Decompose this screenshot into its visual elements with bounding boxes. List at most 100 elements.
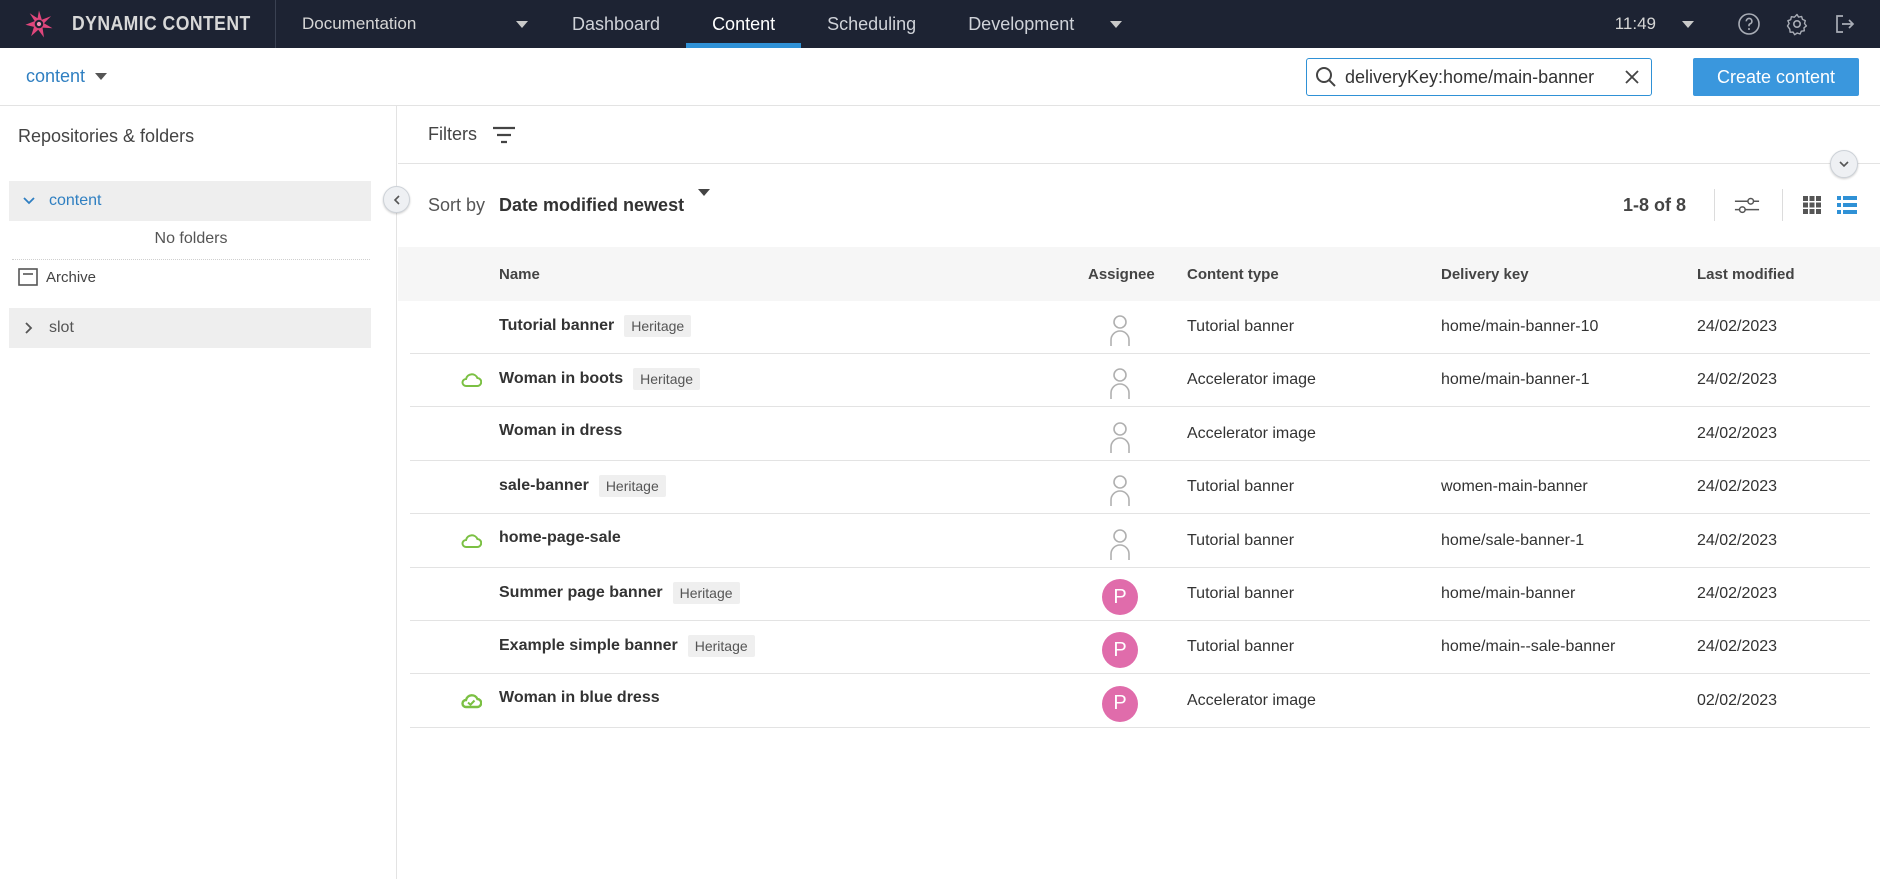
gear-icon[interactable]	[1784, 11, 1810, 37]
unassigned-user-icon[interactable]	[1102, 365, 1138, 401]
clock: 11:49	[1614, 14, 1656, 33]
column-header-name[interactable]: Name	[499, 266, 540, 283]
last-modified: 24/02/2023	[1697, 531, 1778, 549]
content-name[interactable]: Woman in dress	[499, 422, 622, 440]
create-content-button[interactable]: Create content	[1693, 58, 1859, 96]
status-badge: Heritage	[624, 315, 692, 337]
unassigned-user-icon[interactable]	[1102, 526, 1138, 562]
content-type: Tutorial banner	[1187, 531, 1295, 549]
content-name-text: home-page-sale	[499, 528, 621, 546]
table-row[interactable]: sale-banner Heritage Tutorial banner women-…	[410, 461, 1870, 515]
table-row[interactable]: Tutorial banner Heritage Tutorial banner ho…	[410, 301, 1870, 354]
table-row[interactable]: home-page-sale Tutorial banner home/sale-b…	[410, 515, 1870, 568]
assignee-avatar[interactable]: P	[1102, 632, 1138, 669]
nav-more-menu[interactable]	[1100, 0, 1132, 48]
tree-item-slot[interactable]: slot	[9, 308, 371, 348]
sort-select[interactable]: Date modified newest	[499, 195, 684, 216]
content-name[interactable]: home-page-sale	[499, 529, 621, 547]
chevron-down-icon	[516, 20, 528, 28]
column-header-last-modified[interactable]: Last modified	[1697, 266, 1795, 283]
repository-selector[interactable]: content	[26, 66, 108, 87]
chevron-down-icon[interactable]	[19, 197, 39, 205]
table-row[interactable]: Woman in blue dress P Accelerator image 02/…	[410, 675, 1870, 728]
tree-item-label: content	[49, 192, 102, 209]
status-badge: Heritage	[598, 475, 666, 498]
nav-development[interactable]: Development	[942, 0, 1100, 48]
column-settings-icon[interactable]	[1734, 192, 1760, 218]
content-subheader: content Create content	[0, 48, 1880, 106]
clear-search-icon[interactable]	[1621, 66, 1643, 88]
content-name[interactable]: Summer page banner Heritage	[499, 582, 740, 604]
avatar: P	[1102, 685, 1138, 722]
unassigned-user-icon[interactable]	[1102, 472, 1138, 508]
content-name-text: sale-banner	[499, 477, 589, 495]
archive-item[interactable]: Archive	[18, 268, 96, 286]
sort-label: Sort by	[428, 194, 486, 215]
content-name[interactable]: Woman in blue dress	[499, 689, 660, 707]
content-name[interactable]: Woman in boots Heritage	[499, 368, 701, 391]
tree-item-label: slot	[49, 319, 74, 336]
cloud-published-icon	[461, 373, 482, 388]
status-badge: Heritage	[672, 582, 740, 604]
column-header-delivery-key[interactable]: Delivery key	[1441, 266, 1529, 283]
content-type: Accelerator image	[1187, 371, 1316, 389]
nav-dashboard[interactable]: Dashboard	[546, 0, 686, 48]
content-name-text: Summer page banner	[499, 584, 663, 601]
search-box	[1306, 58, 1652, 96]
nav-scheduling[interactable]: Scheduling	[801, 0, 942, 48]
brand[interactable]: DYNAMIC CONTENT	[0, 0, 276, 48]
content-type: Tutorial banner	[1187, 478, 1295, 496]
table-row[interactable]: Summer page banner Heritage P Tutorial bann…	[410, 568, 1870, 621]
unassigned-user-icon[interactable]	[1102, 312, 1138, 348]
clock-dropdown-icon[interactable]	[1682, 20, 1694, 28]
grid-view-icon[interactable]	[1799, 192, 1825, 218]
table-header: Name Assignee Content type Delivery key …	[398, 247, 1880, 301]
logout-icon[interactable]	[1832, 11, 1858, 37]
content-type: Accelerator image	[1187, 424, 1316, 442]
filter-icon[interactable]	[491, 125, 517, 145]
assignee-avatar[interactable]: P	[1102, 685, 1138, 722]
content-name-text: Woman in boots	[499, 370, 624, 388]
content-name[interactable]: sale-banner Heritage	[499, 475, 666, 498]
search-input[interactable]	[1345, 66, 1615, 88]
table-row[interactable]: Example simple banner Heritage P Tutorial b…	[410, 621, 1870, 675]
table-row[interactable]: Woman in dress Accelerator image 24/02/202…	[410, 408, 1870, 461]
column-header-content-type[interactable]: Content type	[1187, 266, 1279, 283]
content-type: Accelerator image	[1187, 691, 1316, 709]
search-icon	[1316, 67, 1336, 87]
nav-content[interactable]: Content	[686, 0, 802, 48]
sidebar: Repositories & folders content No folder…	[0, 106, 397, 879]
avatar: P	[1102, 632, 1138, 669]
chevron-right-icon[interactable]	[19, 322, 39, 334]
filters-label[interactable]: Filters	[428, 124, 477, 145]
delivery-key: home/main-banner-1	[1441, 371, 1590, 389]
list-view-icon[interactable]	[1834, 192, 1860, 218]
help-icon[interactable]	[1736, 11, 1762, 37]
content-name-text: Example simple banner	[499, 637, 678, 655]
content-name[interactable]: Tutorial banner Heritage	[499, 315, 692, 337]
column-header-assignee[interactable]: Assignee	[1088, 266, 1155, 283]
content-name-text: Tutorial banner	[499, 317, 615, 334]
avatar: P	[1102, 579, 1138, 615]
tree-item-content[interactable]: content	[9, 181, 371, 221]
last-modified: 24/02/2023	[1697, 638, 1778, 656]
delivery-key: home/sale-banner-1	[1441, 531, 1585, 549]
sort-dropdown[interactable]	[698, 189, 711, 214]
last-modified: 24/02/2023	[1697, 371, 1778, 389]
sort-bar: Sort by Date modified newest 1-8 of 8	[398, 164, 1880, 246]
content-name[interactable]: Example simple banner Heritage	[499, 635, 755, 658]
dynamic-content-logo-icon	[25, 10, 53, 38]
assignee-avatar[interactable]: P	[1102, 579, 1138, 615]
status-badge: Heritage	[687, 635, 755, 658]
main-nav: Dashboard Content Scheduling Development	[546, 0, 1132, 48]
content-type: Tutorial banner	[1187, 585, 1295, 602]
status-badge: Heritage	[633, 368, 701, 391]
unassigned-user-icon[interactable]	[1102, 419, 1138, 455]
chevron-down-icon	[698, 189, 711, 213]
cloud-published-icon	[461, 693, 482, 708]
table-row[interactable]: Woman in boots Heritage Accelerator image h…	[410, 354, 1870, 408]
last-modified: 24/02/2023	[1697, 424, 1778, 442]
hub-selector[interactable]: Documentation	[276, 0, 546, 48]
top-navigation-bar: DYNAMIC CONTENT Documentation Dashboard …	[0, 0, 1880, 48]
divider	[1714, 189, 1715, 221]
